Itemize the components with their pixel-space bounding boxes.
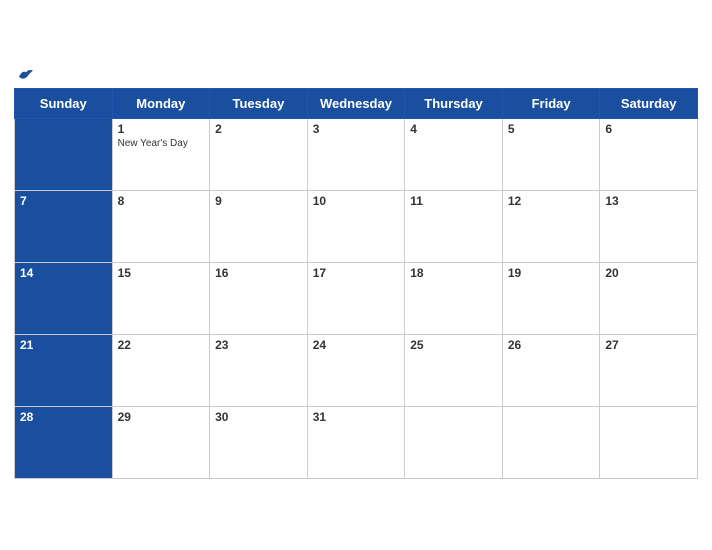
calendar-cell: 21 xyxy=(15,334,113,406)
calendar-table: SundayMondayTuesdayWednesdayThursdayFrid… xyxy=(14,88,698,479)
week-row-3: 14 15 16 17 18 19 20 xyxy=(15,262,698,334)
calendar-body: 1New Year's Day2345678910111213141516171… xyxy=(15,118,698,478)
calendar-cell xyxy=(502,406,600,478)
day-number: 1 xyxy=(118,122,205,136)
calendar-cell: 15 xyxy=(112,262,210,334)
day-number: 17 xyxy=(313,266,400,280)
calendar-cell: 4 xyxy=(405,118,503,190)
calendar-wrapper: SundayMondayTuesdayWednesdayThursdayFrid… xyxy=(0,58,712,493)
week-row-5: 28 29 30 31 xyxy=(15,406,698,478)
calendar-cell: 29 xyxy=(112,406,210,478)
day-number: 4 xyxy=(410,122,497,136)
calendar-cell: 22 xyxy=(112,334,210,406)
calendar-cell: 25 xyxy=(405,334,503,406)
calendar-cell: 13 xyxy=(600,190,698,262)
day-number: 23 xyxy=(215,338,302,352)
calendar-cell: 14 xyxy=(15,262,113,334)
day-number: 14 xyxy=(20,266,107,280)
calendar-cell: 10 xyxy=(307,190,405,262)
holiday-label: New Year's Day xyxy=(118,138,205,150)
logo-text xyxy=(14,68,38,82)
day-number: 26 xyxy=(508,338,595,352)
calendar-cell: 20 xyxy=(600,262,698,334)
calendar-cell: 23 xyxy=(210,334,308,406)
weekday-header-monday: Monday xyxy=(112,88,210,118)
day-number: 10 xyxy=(313,194,400,208)
calendar-cell: 3 xyxy=(307,118,405,190)
calendar-cell: 6 xyxy=(600,118,698,190)
calendar-cell: 28 xyxy=(15,406,113,478)
calendar-cell: 11 xyxy=(405,190,503,262)
day-number: 31 xyxy=(313,410,400,424)
weekday-header-friday: Friday xyxy=(502,88,600,118)
calendar-cell: 31 xyxy=(307,406,405,478)
day-number: 9 xyxy=(215,194,302,208)
calendar-cell: 27 xyxy=(600,334,698,406)
day-number: 11 xyxy=(410,194,497,208)
logo-bird-icon xyxy=(17,68,35,82)
day-number: 16 xyxy=(215,266,302,280)
day-number: 24 xyxy=(313,338,400,352)
day-number: 20 xyxy=(605,266,692,280)
calendar-cell xyxy=(600,406,698,478)
calendar-cell: 9 xyxy=(210,190,308,262)
weekday-header-tuesday: Tuesday xyxy=(210,88,308,118)
day-number: 5 xyxy=(508,122,595,136)
day-number: 21 xyxy=(20,338,107,352)
calendar-cell xyxy=(405,406,503,478)
calendar-cell xyxy=(15,118,113,190)
calendar-cell: 24 xyxy=(307,334,405,406)
day-number: 13 xyxy=(605,194,692,208)
calendar-cell: 30 xyxy=(210,406,308,478)
calendar-cell: 26 xyxy=(502,334,600,406)
week-row-2: 789 10 11 12 13 xyxy=(15,190,698,262)
day-number: 30 xyxy=(215,410,302,424)
day-number: 29 xyxy=(118,410,205,424)
day-number: 6 xyxy=(605,122,692,136)
day-number: 8 xyxy=(118,194,205,208)
calendar-cell: 18 xyxy=(405,262,503,334)
calendar-cell: 1 New Year's Day xyxy=(112,118,210,190)
logo-area xyxy=(14,68,38,82)
calendar-cell: 7 xyxy=(15,190,113,262)
weekday-header-thursday: Thursday xyxy=(405,88,503,118)
calendar-cell: 19 xyxy=(502,262,600,334)
week-row-4: 21 22 23 24 25 26 27 xyxy=(15,334,698,406)
calendar-thead: SundayMondayTuesdayWednesdayThursdayFrid… xyxy=(15,88,698,118)
calendar-cell: 12 xyxy=(502,190,600,262)
day-number: 25 xyxy=(410,338,497,352)
calendar-header xyxy=(14,68,698,82)
weekday-header-sunday: Sunday xyxy=(15,88,113,118)
calendar-cell: 17 xyxy=(307,262,405,334)
day-number: 12 xyxy=(508,194,595,208)
weekday-header-wednesday: Wednesday xyxy=(307,88,405,118)
day-number: 18 xyxy=(410,266,497,280)
day-number: 28 xyxy=(20,410,107,424)
day-number: 27 xyxy=(605,338,692,352)
calendar-cell: 5 xyxy=(502,118,600,190)
day-number: 3 xyxy=(313,122,400,136)
day-number: 22 xyxy=(118,338,205,352)
calendar-cell: 8 xyxy=(112,190,210,262)
weekday-header-saturday: Saturday xyxy=(600,88,698,118)
day-number: 19 xyxy=(508,266,595,280)
calendar-cell: 2 xyxy=(210,118,308,190)
calendar-cell: 16 xyxy=(210,262,308,334)
weekday-header-row: SundayMondayTuesdayWednesdayThursdayFrid… xyxy=(15,88,698,118)
day-number: 15 xyxy=(118,266,205,280)
week-row-1: 1 New Year's Day 23456 xyxy=(15,118,698,190)
day-number: 7 xyxy=(20,194,107,208)
day-number: 2 xyxy=(215,122,302,136)
